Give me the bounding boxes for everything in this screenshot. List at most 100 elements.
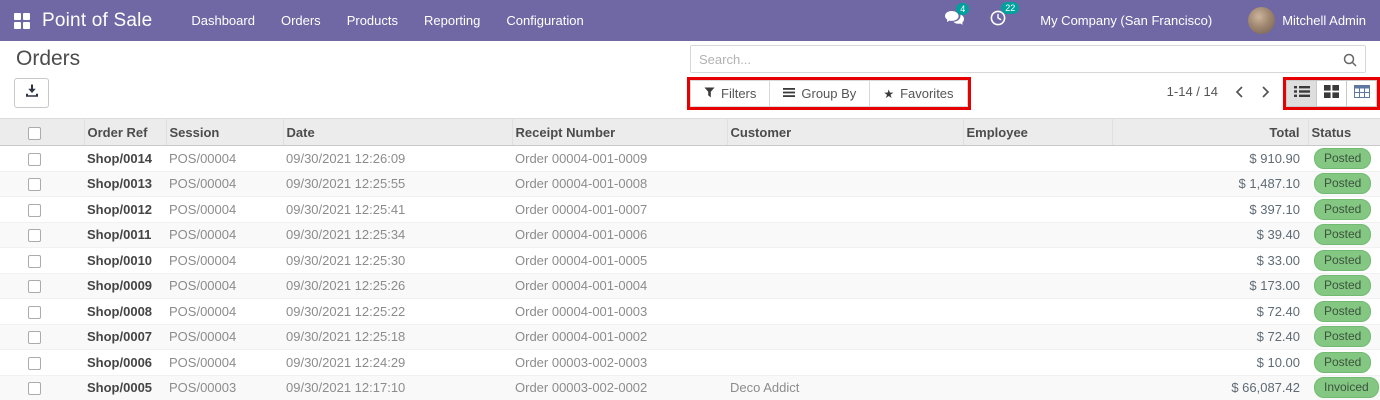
row-select-cell[interactable]: [0, 171, 84, 197]
navbar-right: 4 22 My Company (San Francisco) Mitchell…: [919, 2, 1366, 34]
pivot-view-button[interactable]: [1346, 80, 1377, 107]
header-total[interactable]: Total: [1111, 118, 1308, 146]
pager-next-icon[interactable]: [1261, 85, 1270, 98]
customer-cell: Deco Addict: [727, 375, 963, 400]
row-checkbox[interactable]: [28, 178, 41, 192]
menu-item-configuration[interactable]: Configuration: [493, 0, 596, 41]
date-cell: 09/30/2021 12:25:55: [283, 171, 512, 197]
menu-item-products[interactable]: Products: [334, 0, 411, 41]
table-row[interactable]: Shop/0011 POS/00004 09/30/2021 12:25:34 …: [0, 222, 1380, 248]
header-status[interactable]: Status: [1307, 118, 1380, 146]
table-row[interactable]: Shop/0008 POS/00004 09/30/2021 12:25:22 …: [0, 298, 1380, 325]
menu-item-orders[interactable]: Orders: [268, 0, 334, 41]
header-customer[interactable]: Customer: [726, 118, 963, 146]
header-receipt-number[interactable]: Receipt Number: [511, 118, 727, 146]
table-row[interactable]: Shop/0005 POS/00003 09/30/2021 12:17:10 …: [0, 375, 1380, 400]
row-select-cell[interactable]: [0, 298, 84, 325]
row-select-cell[interactable]: [0, 375, 84, 400]
customer-cell: [727, 145, 963, 172]
row-select-cell[interactable]: [0, 222, 84, 248]
customer-cell: [727, 273, 963, 299]
apps-menu-icon[interactable]: [14, 12, 30, 29]
row-checkbox[interactable]: [28, 280, 41, 294]
select-all-header[interactable]: [0, 118, 84, 146]
row-checkbox[interactable]: [28, 305, 41, 319]
group-by-button[interactable]: Group By: [769, 81, 870, 106]
receipt-number-cell: Order 00004-001-0007: [512, 196, 727, 223]
status-badge: Posted: [1314, 249, 1372, 271]
row-checkbox[interactable]: [28, 152, 41, 166]
filters-button[interactable]: Filters: [691, 81, 770, 106]
filter-funnel-icon: [704, 86, 715, 101]
session-cell: POS/00004: [166, 273, 283, 299]
table-row[interactable]: Shop/0012 POS/00004 09/30/2021 12:25:41 …: [0, 196, 1380, 223]
row-checkbox[interactable]: [28, 203, 41, 217]
order-ref-cell: Shop/0009: [84, 273, 166, 299]
row-select-cell[interactable]: [0, 247, 84, 274]
messages-button[interactable]: 4: [945, 2, 970, 31]
total-cell: $ 397.10: [1112, 196, 1308, 223]
receipt-number-cell: Order 00004-001-0009: [512, 145, 727, 172]
table-row[interactable]: Shop/0006 POS/00004 09/30/2021 12:24:29 …: [0, 349, 1380, 376]
table-row[interactable]: Shop/0013 POS/00004 09/30/2021 12:25:55 …: [0, 171, 1380, 197]
filters-label: Filters: [721, 86, 757, 101]
favorites-button[interactable]: ★ Favorites: [869, 81, 967, 106]
table-row[interactable]: Shop/0014 POS/00004 09/30/2021 12:26:09 …: [0, 145, 1380, 172]
date-cell: 09/30/2021 12:25:22: [283, 298, 512, 325]
list-view-button[interactable]: [1286, 80, 1317, 107]
menu-item-reporting[interactable]: Reporting: [411, 0, 493, 41]
order-ref-cell: Shop/0011: [84, 222, 166, 248]
session-cell: POS/00004: [166, 324, 283, 350]
menu-item-dashboard[interactable]: Dashboard: [178, 0, 268, 41]
date-cell: 09/30/2021 12:25:41: [283, 196, 512, 223]
search-input[interactable]: [691, 46, 1365, 72]
total-cell: $ 1,487.10: [1112, 171, 1308, 197]
kanban-view-button[interactable]: [1316, 80, 1347, 107]
status-badge: Posted: [1314, 326, 1372, 348]
session-cell: POS/00004: [166, 196, 283, 223]
search-icon[interactable]: [1343, 53, 1357, 72]
status-cell: Posted: [1308, 145, 1380, 172]
status-badge: Posted: [1314, 173, 1372, 195]
employee-cell: [963, 247, 1112, 274]
company-switcher[interactable]: My Company (San Francisco): [1040, 13, 1212, 28]
header-session[interactable]: Session: [165, 118, 283, 146]
row-checkbox[interactable]: [28, 331, 41, 345]
table-row[interactable]: Shop/0010 POS/00004 09/30/2021 12:25:30 …: [0, 247, 1380, 274]
table-row[interactable]: Shop/0007 POS/00004 09/30/2021 12:25:18 …: [0, 324, 1380, 350]
export-button[interactable]: [14, 78, 49, 108]
header-order-ref[interactable]: Order Ref: [83, 118, 166, 146]
app-name[interactable]: Point of Sale: [42, 10, 152, 32]
row-checkbox[interactable]: [28, 382, 41, 396]
receipt-number-cell: Order 00004-001-0006: [512, 222, 727, 248]
status-badge: Posted: [1314, 147, 1372, 169]
row-checkbox[interactable]: [28, 229, 41, 243]
user-menu[interactable]: Mitchell Admin: [1248, 7, 1366, 34]
order-ref-cell: Shop/0007: [84, 324, 166, 350]
pager-previous-icon[interactable]: [1235, 85, 1244, 98]
receipt-number-cell: Order 00004-001-0008: [512, 171, 727, 197]
date-cell: 09/30/2021 12:24:29: [283, 349, 512, 376]
row-select-cell[interactable]: [0, 273, 84, 299]
activities-button[interactable]: 22: [990, 2, 1020, 31]
row-checkbox[interactable]: [28, 356, 41, 370]
table-row[interactable]: Shop/0009 POS/00004 09/30/2021 12:25:26 …: [0, 273, 1380, 299]
order-ref-cell: Shop/0013: [84, 171, 166, 197]
employee-cell: [963, 222, 1112, 248]
customer-cell: [727, 196, 963, 223]
customer-cell: [727, 222, 963, 248]
header-date[interactable]: Date: [282, 118, 512, 146]
status-cell: Posted: [1308, 196, 1380, 223]
total-cell: $ 10.00: [1112, 349, 1308, 376]
header-employee[interactable]: Employee: [962, 118, 1112, 146]
total-cell: $ 910.90: [1112, 145, 1308, 172]
status-cell: Posted: [1308, 247, 1380, 274]
row-select-cell[interactable]: [0, 196, 84, 223]
row-select-cell[interactable]: [0, 145, 84, 172]
row-checkbox[interactable]: [28, 254, 41, 268]
status-cell: Posted: [1308, 324, 1380, 350]
row-select-cell[interactable]: [0, 324, 84, 350]
select-all-checkbox[interactable]: [28, 126, 41, 140]
receipt-number-cell: Order 00003-002-0002: [512, 375, 727, 400]
row-select-cell[interactable]: [0, 349, 84, 376]
